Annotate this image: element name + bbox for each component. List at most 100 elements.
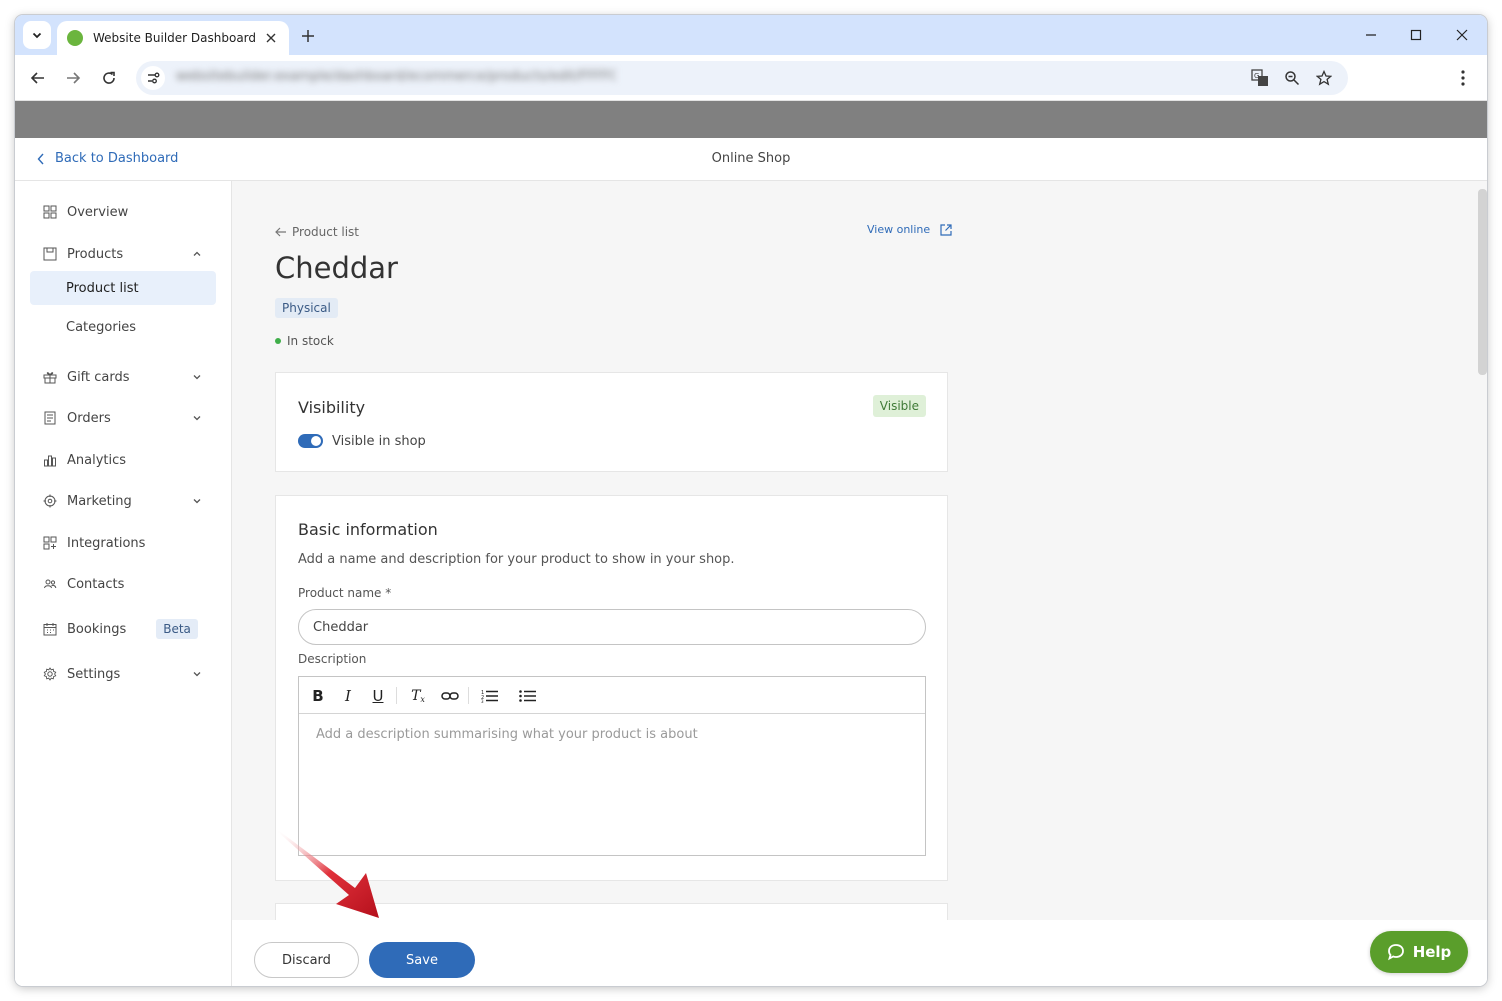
browser-window: Website Builder Dashboard websitebuilder…: [15, 15, 1487, 986]
back-to-dashboard-link[interactable]: Back to Dashboard: [37, 151, 178, 166]
toolbar-divider: [468, 687, 469, 704]
product-title: Cheddar: [275, 251, 398, 285]
basic-information-card: Basic information Add a name and descrip…: [275, 495, 948, 881]
arrow-left-icon: [275, 227, 286, 237]
sidebar-item-label: Integrations: [67, 535, 146, 551]
site-settings-icon[interactable]: [141, 66, 165, 90]
minimize-button[interactable]: [1356, 23, 1386, 47]
gift-icon: [42, 369, 58, 385]
sidebar-item-product-list[interactable]: Product list: [30, 271, 216, 305]
chevron-down-icon: [190, 667, 204, 681]
bookmark-star-icon[interactable]: [1312, 66, 1336, 90]
sidebar-item-label: Marketing: [67, 493, 132, 509]
grid-icon: [42, 204, 58, 220]
visible-in-shop-toggle[interactable]: [298, 434, 323, 448]
main-content: Product list View online Cheddar Physica…: [232, 181, 1487, 986]
discard-button[interactable]: Discard: [254, 942, 359, 978]
chat-bubble-icon: [1387, 944, 1404, 961]
close-tab-icon[interactable]: [263, 30, 279, 46]
sidebar-item-label: Analytics: [67, 452, 127, 468]
stock-status: In stock: [275, 334, 334, 348]
description-editor: B I U Tx 123 Add a description summarisi…: [298, 676, 926, 856]
sidebar-item-categories[interactable]: Categories: [30, 310, 216, 344]
link-icon[interactable]: [439, 685, 461, 707]
sidebar-item-settings[interactable]: Settings: [30, 657, 216, 691]
view-online-label: View online: [867, 223, 931, 236]
browser-tab[interactable]: Website Builder Dashboard: [57, 21, 289, 55]
view-online-link[interactable]: View online: [867, 223, 952, 236]
integrations-icon: [42, 535, 58, 551]
sidebar-item-gift-cards[interactable]: Gift cards: [30, 360, 216, 394]
gear-icon: [42, 666, 58, 682]
chevron-down-icon: [190, 494, 204, 508]
description-label: Description: [298, 652, 367, 666]
sidebar-item-label: Gift cards: [67, 369, 130, 385]
sidebar-item-label: Contacts: [67, 576, 125, 592]
address-bar[interactable]: websitebuilder.example/dashboard/ecommer…: [136, 61, 1348, 95]
sidebar-item-products[interactable]: Products: [30, 237, 216, 271]
back-button[interactable]: [24, 64, 52, 92]
description-textarea[interactable]: Add a description summarising what your …: [316, 727, 698, 742]
clear-format-icon[interactable]: Tx: [407, 685, 429, 707]
breadcrumb[interactable]: Product list: [275, 225, 359, 239]
basic-information-description: Add a name and description for your prod…: [298, 552, 735, 567]
sidebar-item-bookings[interactable]: Bookings Beta: [30, 612, 216, 646]
more-vertical-icon: [1461, 70, 1465, 86]
sidebar-item-label: Bookings: [67, 621, 127, 637]
basic-information-title: Basic information: [298, 520, 438, 539]
svg-text:G: G: [1254, 72, 1259, 80]
bold-icon[interactable]: B: [307, 685, 329, 707]
sidebar-item-label: Product list: [66, 280, 139, 296]
visibility-status-badge: Visible: [872, 395, 926, 417]
calendar-icon: [42, 621, 58, 637]
chevron-down-icon: [190, 370, 204, 384]
maximize-icon: [1410, 29, 1422, 41]
underline-icon[interactable]: U: [367, 685, 389, 707]
sidebar-item-label: Categories: [66, 319, 137, 335]
browser-titlebar: Website Builder Dashboard: [15, 15, 1487, 55]
minimize-icon: [1366, 34, 1376, 36]
page-content: Back to Dashboard Online Shop Overview P…: [15, 101, 1487, 986]
sidebar-item-integrations[interactable]: Integrations: [30, 526, 216, 560]
app-header: Back to Dashboard Online Shop: [15, 138, 1487, 181]
help-button[interactable]: Help: [1370, 931, 1468, 973]
zoom-icon[interactable]: [1280, 66, 1304, 90]
save-button[interactable]: Save: [369, 942, 475, 978]
close-icon: [1456, 29, 1468, 41]
ordered-list-icon[interactable]: 123: [479, 685, 501, 707]
chevron-down-icon: [190, 411, 204, 425]
sidebar-item-label: Overview: [67, 204, 129, 220]
sidebar-item-label: Orders: [67, 410, 111, 426]
reload-button[interactable]: [95, 64, 123, 92]
new-tab-button[interactable]: [297, 25, 319, 47]
tab-search-button[interactable]: [23, 21, 51, 49]
bulleted-list-icon[interactable]: [517, 685, 539, 707]
sidebar-item-analytics[interactable]: Analytics: [30, 443, 216, 477]
translate-icon[interactable]: G: [1248, 66, 1272, 90]
toolbar-divider: [396, 687, 397, 704]
browser-menu-button[interactable]: [1449, 64, 1477, 92]
product-name-input[interactable]: [298, 609, 926, 645]
arrow-right-icon: [67, 72, 81, 84]
product-name-label: Product name *: [298, 586, 392, 600]
sidebar-item-contacts[interactable]: Contacts: [30, 567, 216, 601]
product-type-badge: Physical: [275, 298, 338, 318]
close-window-button[interactable]: [1447, 23, 1477, 47]
orders-icon: [42, 410, 58, 426]
visibility-title: Visibility: [298, 398, 366, 417]
maximize-button[interactable]: [1401, 23, 1431, 47]
sidebar-item-orders[interactable]: Orders: [30, 401, 216, 435]
url-text: websitebuilder.example/dashboard/ecommer…: [176, 69, 616, 84]
scrollbar-thumb[interactable]: [1478, 189, 1487, 375]
sidebar-item-label: Settings: [67, 666, 121, 682]
sidebar-item-marketing[interactable]: Marketing: [30, 484, 216, 518]
sidebar-item-overview[interactable]: Overview: [30, 195, 216, 229]
save-bar: Discard Save: [232, 920, 1487, 986]
forward-button[interactable]: [59, 64, 87, 92]
arrow-left-icon: [30, 72, 44, 84]
italic-icon[interactable]: I: [337, 685, 359, 707]
visible-in-shop-label: Visible in shop: [332, 434, 426, 449]
visibility-card: Visibility Visible Visible in shop: [275, 372, 948, 472]
analytics-icon: [42, 452, 58, 468]
page-title: Online Shop: [711, 151, 791, 166]
